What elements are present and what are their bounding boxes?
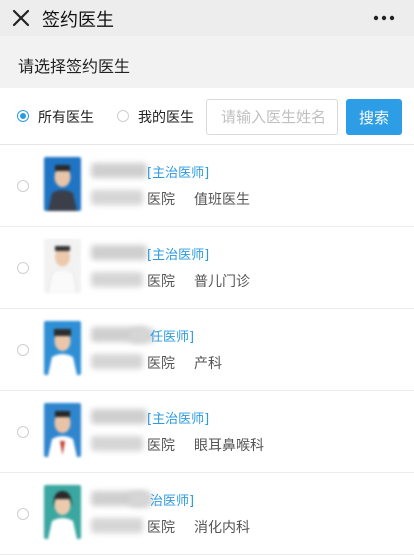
section-header: 请选择签约医生 <box>0 36 414 88</box>
search-button[interactable]: 搜索 <box>346 99 402 135</box>
more-options-icon[interactable] <box>372 7 396 29</box>
hospital-name-blurred <box>91 354 143 369</box>
close-icon[interactable] <box>10 7 32 29</box>
hospital-name: 医院 <box>147 192 175 208</box>
hospital-name-blurred <box>91 436 143 451</box>
hospital-name: 医院 <box>147 438 175 454</box>
doctor-department: 产科 <box>194 356 222 372</box>
hospital-name-blurred <box>91 518 143 533</box>
doctor-title: 任医师] <box>150 330 195 345</box>
doctor-title: [主治医师] <box>147 166 210 181</box>
doctor-title: [主治医师] <box>147 412 210 427</box>
doctor-row[interactable]: [主治医师] 医院 值班医生 <box>0 145 414 227</box>
hospital-name: 医院 <box>147 520 175 536</box>
filter-bar: 所有医生 我的医生 搜索 <box>0 88 414 145</box>
doctor-photo <box>44 485 81 539</box>
hospital-name: 医院 <box>147 356 175 372</box>
section-title: 请选择签约医生 <box>18 57 131 76</box>
doctor-photo <box>44 321 81 375</box>
doctor-select-radio[interactable] <box>17 344 29 356</box>
hospital-name: 医院 <box>147 274 175 290</box>
doctor-select-radio[interactable] <box>17 426 29 438</box>
hospital-name-blurred <box>91 272 143 287</box>
doctor-name-blurred <box>91 245 147 260</box>
page-title: 签约医生 <box>42 10 114 31</box>
doctor-department: 消化内科 <box>194 520 250 536</box>
doctor-photo <box>44 239 81 293</box>
option-label-all-doctors[interactable]: 所有医生 <box>38 107 94 127</box>
doctor-department: 普儿门诊 <box>194 274 250 290</box>
doctor-row[interactable]: [主治医师] 医院 普儿门诊 <box>0 227 414 309</box>
doctor-department: 值班医生 <box>194 192 250 208</box>
doctor-photo <box>44 403 81 457</box>
doctor-select-radio[interactable] <box>17 508 29 520</box>
doctor-select-radio[interactable] <box>17 180 29 192</box>
doctor-select-radio[interactable] <box>17 262 29 274</box>
hospital-name-blurred <box>91 190 143 205</box>
doctor-name-blurred <box>91 163 147 178</box>
doctor-row[interactable]: 任医师] 医院 产科 <box>0 309 414 391</box>
radio-my-doctors[interactable] <box>117 110 129 122</box>
doctor-row[interactable]: [主治医师] 医院 眼耳鼻喉科 <box>0 391 414 473</box>
top-bar: 签约医生 <box>0 0 414 36</box>
radio-all-doctors[interactable] <box>17 110 29 122</box>
doctor-name-blurred <box>91 409 147 424</box>
doctor-department: 眼耳鼻喉科 <box>194 438 264 454</box>
search-input[interactable] <box>206 99 338 135</box>
doctor-title: 治医师] <box>150 494 195 509</box>
doctor-title: [主治医师] <box>147 248 210 263</box>
option-label-my-doctors[interactable]: 我的医生 <box>138 107 194 127</box>
doctor-photo <box>44 157 81 211</box>
title-prefix-blurred <box>130 492 152 507</box>
doctor-row[interactable]: 治医师] 医院 消化内科 <box>0 473 414 555</box>
doctor-list: [主治医师] 医院 值班医生 [主治医师] 医院 普儿门诊 任医师] 医院 产科… <box>0 145 414 555</box>
